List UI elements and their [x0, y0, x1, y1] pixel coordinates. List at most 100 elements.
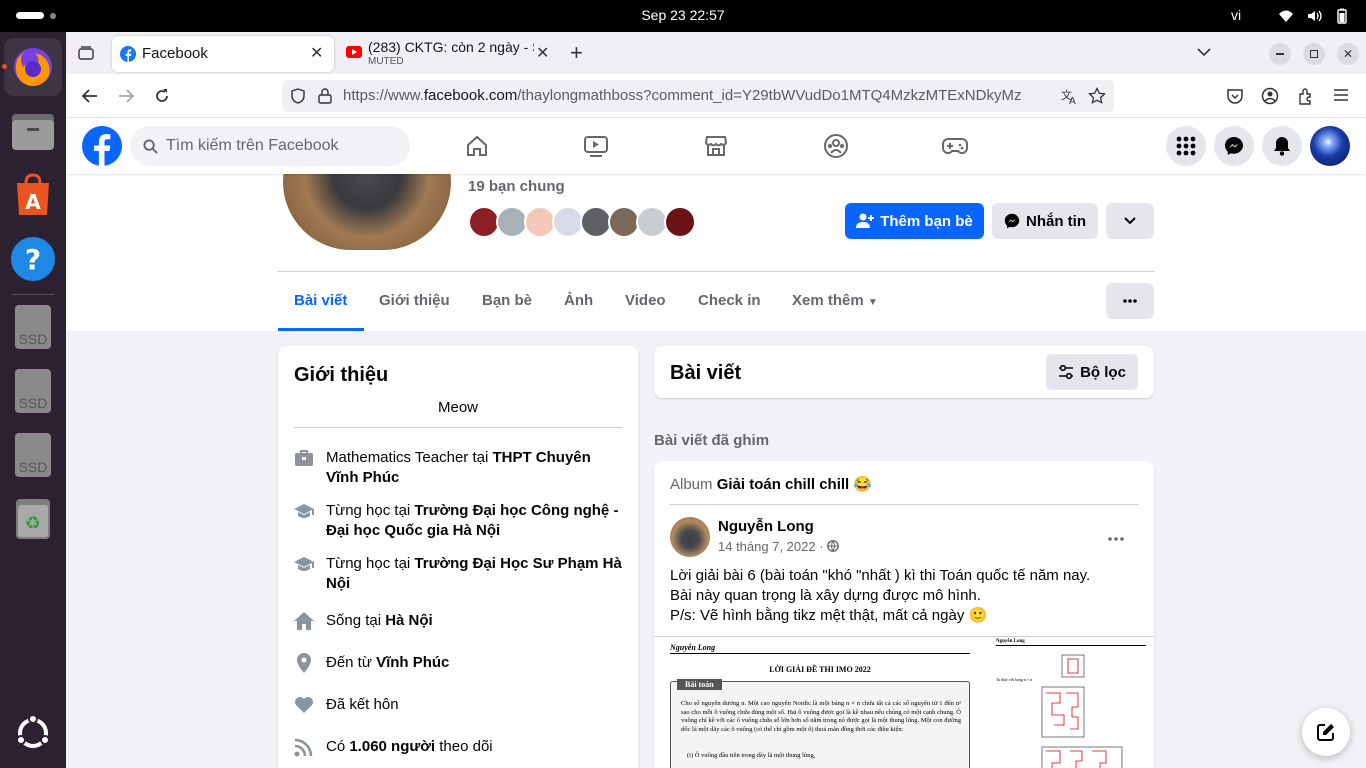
account-icon[interactable] [1261, 87, 1279, 105]
list-all-tabs-icon[interactable] [1197, 47, 1211, 57]
svg-text:A: A [25, 190, 41, 214]
new-tab-icon[interactable]: + [570, 40, 583, 66]
post-image-diagram-page[interactable]: Nguyễn Long Ta thấy với bảng n × n [988, 637, 1154, 768]
pinned-post-card: Album Giải toán chill chill 😂 Nguyễn Lon… [654, 461, 1154, 768]
author-avatar[interactable] [670, 517, 710, 557]
close-tab-icon[interactable]: ✕ [536, 43, 549, 63]
account-avatar[interactable] [1310, 126, 1350, 166]
tab-videos[interactable]: Video [625, 292, 666, 309]
game-controller-icon [942, 138, 968, 154]
tab-more[interactable]: Xem thêm ▼ [792, 292, 878, 309]
ssd-drive-launcher-2[interactable]: SSD [10, 368, 56, 414]
filter-button[interactable]: Bộ lọc [1046, 354, 1138, 390]
nav-groups[interactable] [780, 126, 892, 166]
search-placeholder: Tìm kiếm trên Facebook [166, 137, 339, 154]
author-name[interactable]: Nguyễn Long [718, 518, 814, 535]
tracking-shield-icon[interactable] [290, 88, 306, 104]
ssd-drive-launcher-1[interactable]: SSD [10, 304, 56, 350]
svg-text:♻: ♻ [25, 513, 41, 534]
messenger-button[interactable] [1214, 126, 1254, 166]
profile-options-button[interactable] [1106, 283, 1154, 319]
tab-about[interactable]: Giới thiệu [379, 292, 450, 309]
svg-text:A: A [1069, 96, 1076, 105]
post-text-line: P/s: Vẽ hình bằng tikz mệt thật, mất cả … [670, 607, 988, 624]
close-window-button[interactable]: ✕ [1337, 43, 1359, 65]
translate-icon[interactable]: 文A [1060, 87, 1078, 105]
app-center-icon: A [17, 173, 49, 215]
heart-icon [295, 697, 313, 713]
wifi-icon[interactable] [1278, 8, 1294, 24]
trash-launcher[interactable]: ♻ [10, 496, 56, 542]
post-text-line: Bài này quan trọng là xây dựng được mô h… [670, 587, 981, 604]
back-arrow-icon[interactable] [82, 88, 98, 104]
post-date[interactable]: 14 tháng 7, 2022 · [718, 539, 840, 554]
hamburger-menu-icon[interactable] [1333, 88, 1349, 102]
post-options-button[interactable] [1098, 521, 1134, 557]
volume-icon[interactable] [1306, 8, 1322, 24]
lock-icon[interactable] [318, 88, 332, 104]
pinned-posts-label: Bài viết đã ghim [654, 432, 770, 449]
show-apps-button[interactable] [10, 710, 56, 756]
menu-button[interactable] [1166, 126, 1206, 166]
reload-icon[interactable] [154, 88, 170, 104]
mutual-friends-count[interactable]: 19 bạn chung [468, 178, 565, 195]
minimize-window-button[interactable] [1269, 43, 1291, 65]
tab-youtube[interactable]: (283) CKTG: còn 2 ngày - S MUTED ✕ [338, 36, 566, 72]
profile-header: 19 bạn chung Thêm bạn bè Nhắn tin Bài vi… [66, 118, 1366, 331]
bookmark-star-icon[interactable] [1088, 87, 1106, 105]
new-message-button[interactable] [1302, 708, 1350, 756]
maximize-window-button[interactable] [1303, 43, 1325, 65]
intro-title: Giới thiệu [294, 364, 389, 386]
marketplace-icon [704, 136, 728, 156]
extensions-icon[interactable] [1297, 87, 1315, 105]
more-profile-actions-button[interactable] [1106, 203, 1154, 239]
trash-icon: ♻ [16, 499, 50, 539]
nav-home[interactable] [421, 126, 533, 166]
tab-facebook[interactable]: Facebook ✕ [112, 36, 334, 72]
briefcase-icon [295, 450, 313, 466]
tab-checkins[interactable]: Check in [698, 292, 761, 309]
laughing-emoji-icon: 😂 [853, 476, 873, 493]
album-line: Album Giải toán chill chill 😂 [670, 476, 873, 493]
forward-arrow-icon[interactable] [118, 88, 134, 104]
close-tab-icon[interactable]: ✕ [310, 43, 323, 63]
files-launcher[interactable] [10, 108, 56, 154]
intro-card: Giới thiệu Meow Mathematics Teacher tại … [278, 346, 638, 768]
ssd-drive-launcher-3[interactable]: SSD [10, 432, 56, 478]
svg-text:?: ? [25, 243, 41, 276]
help-launcher[interactable]: ? [10, 236, 56, 282]
firefox-launcher[interactable] [2, 38, 62, 96]
search-input[interactable]: Tìm kiếm trên Facebook [130, 126, 410, 166]
tab-friends[interactable]: Bạn bè [482, 292, 532, 309]
tab-photos[interactable]: Ảnh [564, 292, 593, 309]
album-divider [670, 504, 1138, 505]
tab-title: Facebook [142, 45, 208, 62]
input-language[interactable]: vi [1231, 7, 1241, 23]
nav-watch[interactable] [540, 126, 652, 166]
app-center-launcher[interactable]: A [10, 172, 56, 218]
tab-posts[interactable]: Bài viết [294, 292, 347, 309]
pocket-icon[interactable] [1226, 87, 1244, 105]
battery-icon[interactable] [1334, 8, 1350, 24]
url-text: https://www.facebook.com/thaylongmathbos… [343, 87, 1022, 104]
more-dots-icon [1108, 537, 1124, 541]
globe-icon [827, 540, 840, 552]
nav-gaming[interactable] [899, 126, 1011, 166]
facebook-logo-icon[interactable] [82, 126, 122, 166]
clock[interactable]: Sep 23 22:57 [0, 7, 1366, 23]
url-bar[interactable]: https://www.facebook.com/thaylongmathbos… [282, 80, 1114, 112]
message-button[interactable]: Nhắn tin [992, 203, 1098, 239]
album-link[interactable]: Giải toán chill chill [717, 476, 850, 493]
smile-emoji-icon: 🙂 [968, 607, 988, 624]
mutual-friends-avatars[interactable] [468, 206, 698, 238]
add-friend-button[interactable]: Thêm bạn bè [845, 203, 984, 239]
nav-marketplace[interactable] [660, 126, 772, 166]
tab-overview-icon[interactable] [78, 45, 94, 61]
tab-muted-label: MUTED [368, 56, 404, 67]
posts-header-card: Bài viết Bộ lọc [654, 346, 1154, 398]
files-icon [12, 114, 54, 150]
video-icon [584, 136, 608, 157]
messenger-icon [1004, 213, 1020, 229]
post-image-solution-page[interactable]: Nguyễn Long LỜI GIẢI ĐỀ THI IMO 2022 Bài… [654, 637, 986, 768]
notifications-button[interactable] [1262, 126, 1302, 166]
